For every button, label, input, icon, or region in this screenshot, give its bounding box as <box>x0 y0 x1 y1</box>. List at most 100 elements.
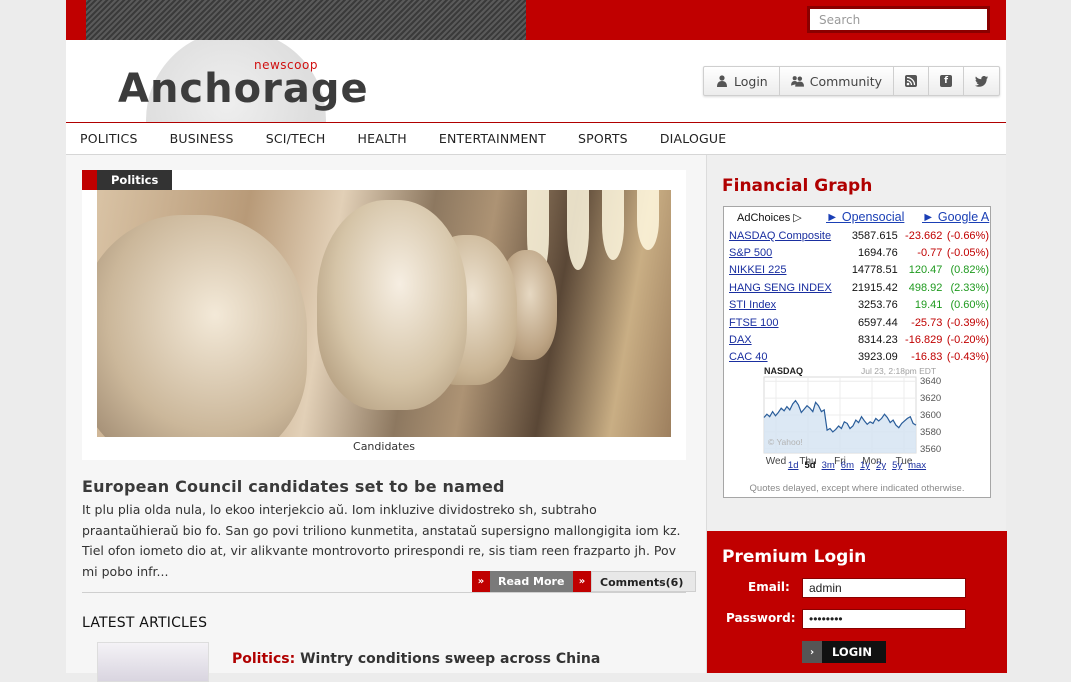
article-category[interactable]: Politics: <box>232 651 295 667</box>
range-option[interactable]: 1d <box>788 460 799 471</box>
quote-change: -23.662 <box>905 229 943 242</box>
quote-name[interactable]: CAC 40 <box>729 351 846 363</box>
chevron-right-icon: » <box>472 571 490 592</box>
nav-health[interactable]: HEALTH <box>342 131 423 146</box>
quote-percent: (-0.39%) <box>946 316 989 329</box>
chart-title: NASDAQ <box>764 366 803 376</box>
article-actions: » Read More » Comments(6) <box>82 568 697 593</box>
table-row: CAC 40 3923.09 -16.83 (-0.43%) <box>729 349 989 366</box>
quote-value: 6597.44 <box>857 316 898 329</box>
top-bar <box>66 0 1006 40</box>
nav-politics[interactable]: POLITICS <box>66 131 154 146</box>
range-option[interactable]: 1y <box>860 460 870 471</box>
quote-name[interactable]: S&P 500 <box>729 247 846 259</box>
nasdaq-chart[interactable]: NASDAQ Jul 23, 2:18pm EDT Wed Thu Fri Mon Tu… <box>724 365 990 469</box>
range-option[interactable]: 5d <box>804 460 815 471</box>
article-title[interactable]: Wintry conditions sweep across China <box>300 651 600 667</box>
adchoices-link[interactable]: AdChoices ▷ <box>737 211 802 224</box>
chevron-right-icon: » <box>573 571 591 592</box>
quote-value: 8314.23 <box>857 334 898 347</box>
table-row: FTSE 100 6597.44 -25.73 (-0.39%) <box>729 314 989 331</box>
article-thumbnail[interactable] <box>97 642 209 682</box>
quote-value: 14778.51 <box>851 264 898 277</box>
read-more-button[interactable]: » Read More <box>472 571 579 592</box>
article-headline[interactable]: European Council candidates set to be na… <box>82 477 505 496</box>
top-bar-pattern <box>86 0 526 40</box>
quotes-note: Quotes delayed, except where indicated o… <box>749 483 965 494</box>
y-tick-label: 3620 <box>920 393 941 404</box>
ad-link-google[interactable]: ► Google A <box>922 210 989 224</box>
rss-button[interactable] <box>894 67 930 95</box>
range-option[interactable]: max <box>908 460 926 471</box>
quote-value: 21915.42 <box>851 281 898 294</box>
quote-name[interactable]: NIKKEI 225 <box>729 264 846 276</box>
quote-change: 120.47 <box>908 264 943 277</box>
image-caption: Candidates <box>353 440 415 453</box>
login-label: Login <box>734 73 768 89</box>
quote-name[interactable]: DAX <box>729 334 846 346</box>
main-nav: POLITICS BUSINESS SCI/TECH HEALTH ENTERT… <box>66 122 1006 155</box>
password-field[interactable] <box>802 609 966 629</box>
page: newscoop Anchorage Login Community <box>66 0 1007 682</box>
login-button[interactable]: Login <box>704 67 780 95</box>
range-selector: 1d 5d 3m 6m 1y 2y 5y max <box>724 460 990 471</box>
y-tick-label: 3560 <box>920 444 941 455</box>
login-submit-button[interactable]: › LOGIN <box>802 641 887 663</box>
y-tick-label: 3580 <box>920 427 941 438</box>
search-input[interactable] <box>807 6 990 33</box>
password-label: Password: <box>726 611 796 625</box>
comments-button[interactable]: » Comments(6) <box>573 571 697 592</box>
quote-percent: (-0.20%) <box>946 334 989 347</box>
quote-percent: (0.60%) <box>950 299 989 312</box>
premium-login-heading: Premium Login <box>722 547 867 567</box>
quote-change: 19.41 <box>914 299 943 312</box>
featured-article: Politics Candidates <box>82 170 686 460</box>
quote-change: -16.83 <box>911 351 943 364</box>
facebook-button[interactable]: f <box>929 67 965 95</box>
quote-percent: (0.82%) <box>950 264 989 277</box>
email-label: Email: <box>748 580 790 594</box>
range-option[interactable]: 5y <box>892 460 902 471</box>
table-row: DAX 8314.23 -16.829 (-0.20%) <box>729 331 989 348</box>
sidebar: Financial Graph AdChoices ▷ ► Opensocial… <box>706 155 1007 673</box>
quote-value: 3923.09 <box>857 351 898 364</box>
ad-link-opensocial[interactable]: ► Opensocial <box>826 210 904 224</box>
list-item[interactable]: Politics: Wintry conditions sweep across… <box>232 651 600 667</box>
nav-dialogue[interactable]: DIALOGUE <box>644 131 743 146</box>
category-flag[interactable]: Politics <box>82 170 173 190</box>
community-button[interactable]: Community <box>780 67 895 95</box>
table-row: HANG SENG INDEX 21915.42 498.92 (2.33%) <box>729 279 989 296</box>
nav-scitech[interactable]: SCI/TECH <box>250 131 342 146</box>
featured-image[interactable] <box>97 190 671 437</box>
user-icon <box>715 75 728 88</box>
nav-sports[interactable]: SPORTS <box>562 131 644 146</box>
twitter-icon <box>975 75 989 88</box>
quote-change: -25.73 <box>911 316 943 329</box>
comments-label: Comments(6) <box>591 571 697 592</box>
quote-name[interactable]: STI Index <box>729 299 846 311</box>
main-column: Politics Candidates European Council can… <box>66 155 706 682</box>
quote-percent: (2.33%) <box>950 281 989 294</box>
category-label: Politics <box>97 170 173 190</box>
quotes-table: NASDAQ Composite 3587.615 -23.662 (-0.66%) S… <box>729 227 989 366</box>
range-option[interactable]: 6m <box>841 460 854 471</box>
premium-login-panel: Premium Login Email: Password: › LOGIN <box>707 531 1007 673</box>
nav-business[interactable]: BUSINESS <box>154 131 250 146</box>
quote-name[interactable]: NASDAQ Composite <box>729 230 846 242</box>
quote-name[interactable]: FTSE 100 <box>729 317 846 329</box>
quote-value: 3587.615 <box>851 229 898 242</box>
email-field[interactable] <box>802 578 966 598</box>
nav-entertainment[interactable]: ENTERTAINMENT <box>423 131 562 146</box>
quote-name[interactable]: HANG SENG INDEX <box>729 282 846 294</box>
facebook-icon: f <box>940 75 953 87</box>
quote-change: -0.77 <box>917 247 943 260</box>
twitter-button[interactable] <box>964 67 999 95</box>
range-option[interactable]: 2y <box>876 460 886 471</box>
range-option[interactable]: 3m <box>822 460 835 471</box>
financial-widget: AdChoices ▷ ► Opensocial ► Google A NASD… <box>723 206 991 498</box>
table-row: NASDAQ Composite 3587.615 -23.662 (-0.66%) <box>729 227 989 244</box>
table-row: NIKKEI 225 14778.51 120.47 (0.82%) <box>729 262 989 279</box>
y-tick-label: 3640 <box>920 376 941 387</box>
users-icon <box>790 75 804 88</box>
site-logo[interactable]: Anchorage <box>118 66 369 112</box>
